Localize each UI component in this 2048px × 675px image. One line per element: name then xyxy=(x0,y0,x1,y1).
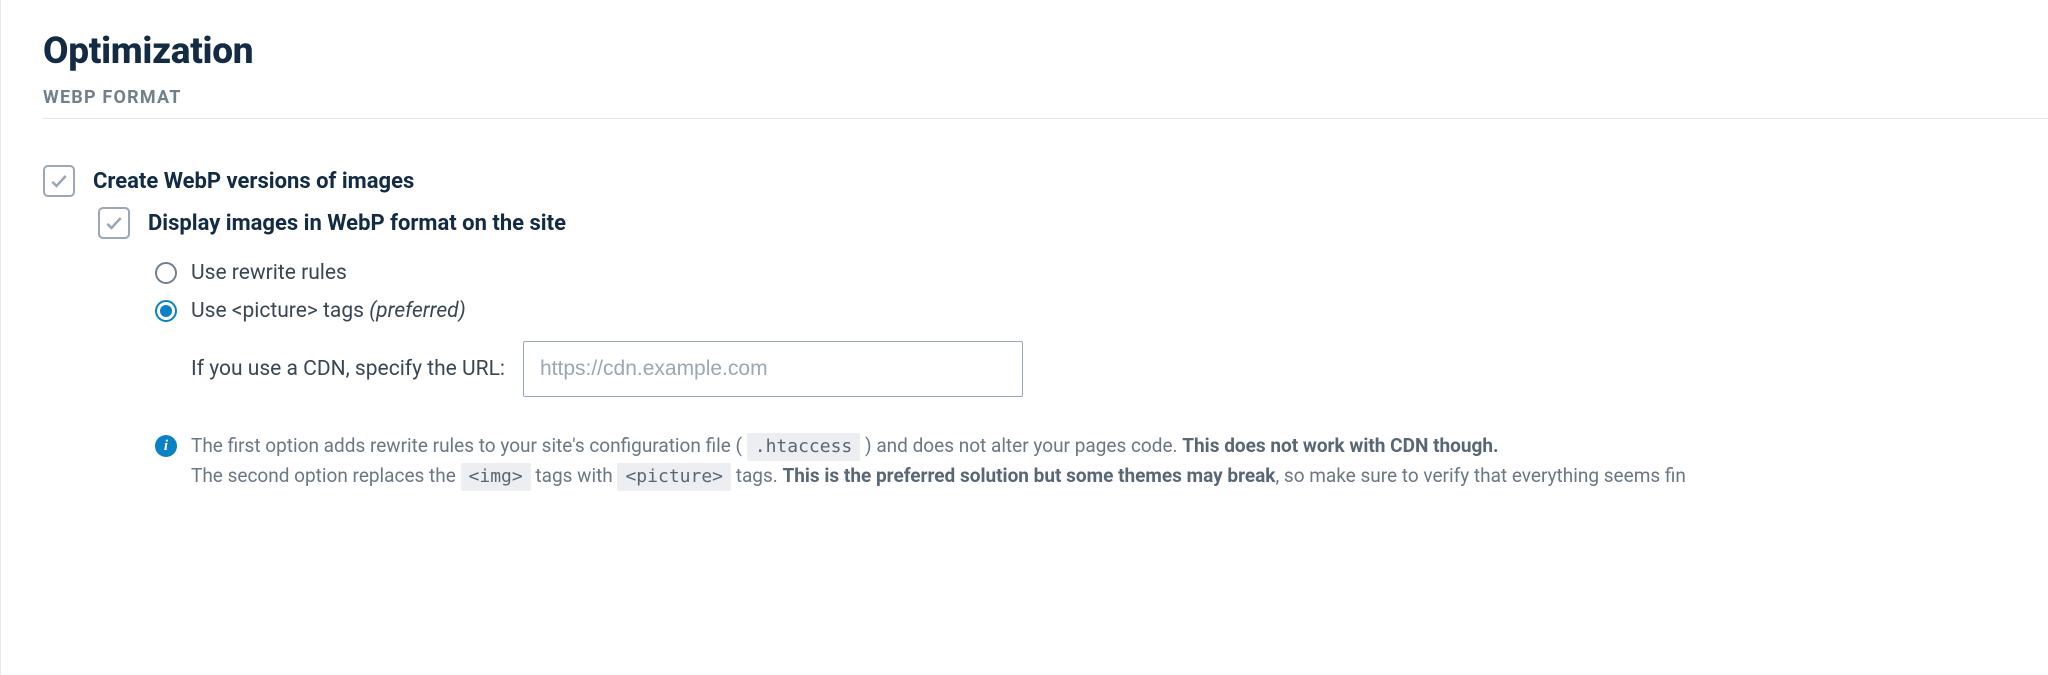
option-display-webp-row: Display images in WebP format on the sit… xyxy=(98,209,2048,239)
info-line2-strong: This is the preferred solution but some … xyxy=(782,464,1275,487)
picture-radio-label-prefix: Use <picture> tags xyxy=(191,299,369,323)
display-webp-label: Display images in WebP format on the sit… xyxy=(148,209,566,239)
info-line1-strong: This does not work with CDN though. xyxy=(1182,434,1498,457)
create-webp-label: Create WebP versions of images xyxy=(93,167,414,197)
info-code-htaccess: .htaccess xyxy=(747,433,861,461)
cdn-url-row: If you use a CDN, specify the URL: xyxy=(191,341,2048,397)
picture-radio[interactable] xyxy=(155,300,177,322)
info-line2-d: , so make sure to verify that everything… xyxy=(1275,464,1685,487)
info-text: The first option adds rewrite rules to y… xyxy=(191,431,1686,491)
display-webp-checkbox[interactable] xyxy=(98,207,130,239)
page-title: Optimization xyxy=(43,30,2048,73)
cdn-url-label: If you use a CDN, specify the URL: xyxy=(191,357,505,381)
info-line2-c: tags. xyxy=(731,464,782,487)
section-subtitle: WEBP FORMAT xyxy=(43,87,2048,108)
info-code-img: <img> xyxy=(461,463,531,491)
info-line2-a: The second option replaces the xyxy=(191,464,461,487)
info-icon: i xyxy=(155,435,177,457)
picture-radio-label: Use <picture> tags (preferred) xyxy=(191,299,466,323)
info-note: i The first option adds rewrite rules to… xyxy=(155,431,2048,491)
info-line2-b: tags with xyxy=(531,464,618,487)
check-icon xyxy=(104,213,124,233)
cdn-url-input[interactable] xyxy=(523,341,1023,397)
display-method-radiogroup: Use rewrite rules Use <picture> tags (pr… xyxy=(155,261,2048,323)
optimization-settings-panel: Optimization WEBP FORMAT Create WebP ver… xyxy=(0,0,2048,675)
picture-radio-label-suffix: (preferred) xyxy=(369,299,466,323)
info-code-picture: <picture> xyxy=(617,463,731,491)
create-webp-checkbox[interactable] xyxy=(43,165,75,197)
rewrite-radio-label: Use rewrite rules xyxy=(191,261,347,285)
info-line1-a: The first option adds rewrite rules to y… xyxy=(191,434,747,457)
info-line1-b: ) and does not alter your pages code. xyxy=(860,434,1182,457)
check-icon xyxy=(49,171,69,191)
picture-radio-row: Use <picture> tags (preferred) xyxy=(155,299,2048,323)
section-divider xyxy=(43,118,2048,119)
rewrite-radio[interactable] xyxy=(155,262,177,284)
option-create-webp-row: Create WebP versions of images xyxy=(43,167,2048,197)
rewrite-radio-row: Use rewrite rules xyxy=(155,261,2048,285)
